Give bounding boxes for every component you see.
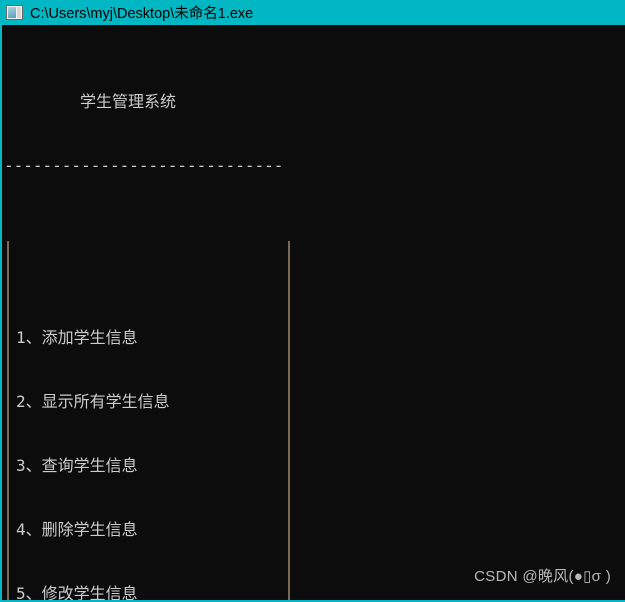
divider-top: ----------------------------- [4, 156, 284, 176]
console-screen: 学生管理系统 ----------------------------- 1、添… [2, 25, 625, 600]
menu-item-query[interactable]: 3、查询学生信息 [4, 455, 625, 476]
console-window-icon [6, 5, 23, 20]
csdn-watermark: CSDN @晚风(●▯σ ) [474, 568, 611, 585]
menu-border-right [288, 241, 290, 600]
app-title: 学生管理系统 [80, 92, 177, 112]
menu-item-show-all[interactable]: 2、显示所有学生信息 [4, 391, 625, 412]
title-bar[interactable]: C:\Users\myj\Desktop\未命名1.exe [0, 0, 625, 25]
console-window: C:\Users\myj\Desktop\未命名1.exe 学生管理系统 ---… [0, 0, 625, 602]
main-menu: 1、添加学生信息 2、显示所有学生信息 3、查询学生信息 4、删除学生信息 5、… [4, 241, 625, 600]
menu-item-add[interactable]: 1、添加学生信息 [4, 327, 625, 348]
console-client-area[interactable]: 学生管理系统 ----------------------------- 1、添… [0, 25, 625, 602]
menu-item-delete[interactable]: 4、删除学生信息 [4, 519, 625, 540]
menu-border-left [7, 241, 9, 600]
menu-item-modify[interactable]: 5、修改学生信息 [4, 583, 625, 600]
window-title: C:\Users\myj\Desktop\未命名1.exe [30, 6, 254, 22]
